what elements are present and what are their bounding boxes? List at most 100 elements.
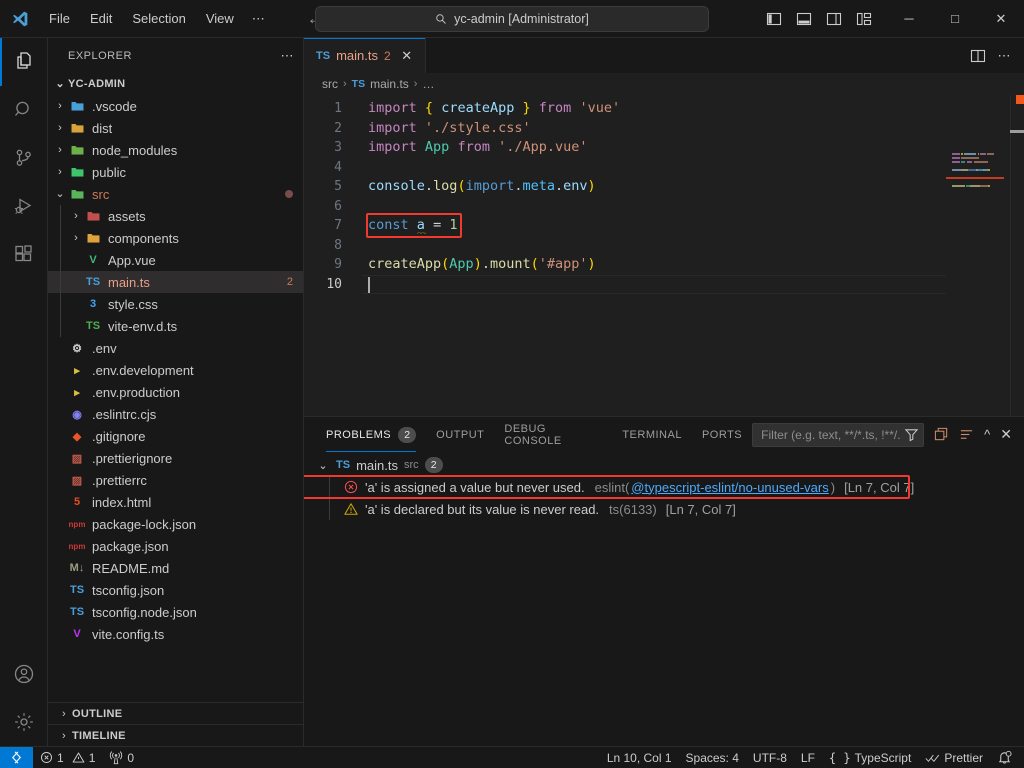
tree-item-components[interactable]: › components (48, 227, 303, 249)
code-line[interactable]: 1 import { createApp } from 'vue' (304, 99, 946, 119)
code-line[interactable]: 9 createApp(App).mount('#app') (304, 255, 946, 275)
remote-host-button[interactable] (0, 746, 33, 768)
tree-item-style-css[interactable]: ›3style.css (48, 293, 303, 315)
view-as-table-icon[interactable] (934, 427, 949, 442)
split-editor-icon[interactable] (970, 48, 986, 64)
chevron-down-icon[interactable]: ⌄ (52, 78, 68, 90)
menu-more[interactable]: ⋯ (245, 7, 273, 31)
code-line[interactable]: 4 (304, 158, 946, 178)
status-ports[interactable]: 0 (102, 747, 141, 768)
chevron-right-icon[interactable]: › (56, 730, 72, 742)
toggle-secondary-sidebar-icon[interactable] (826, 11, 842, 27)
chevron-down-icon[interactable]: ⌄ (316, 459, 330, 472)
problems-list[interactable]: ⌄ TS main.ts src 2 'a' is assigned a val… (304, 452, 1024, 746)
code-text[interactable] (362, 158, 368, 178)
code-text[interactable] (362, 197, 368, 217)
toggle-panel-icon[interactable] (796, 11, 812, 27)
tree-item-tsconfig-node-json[interactable]: ›TStsconfig.node.json (48, 601, 303, 623)
code-line[interactable]: 8 (304, 236, 946, 256)
code-line[interactable]: 2 import './style.css' (304, 119, 946, 139)
tree-item-prettierrc[interactable]: ›▨.prettierrc (48, 469, 303, 491)
menu-file[interactable]: File (40, 7, 79, 31)
activity-explorer[interactable] (0, 38, 48, 86)
chevron-right-icon[interactable]: › (52, 122, 68, 134)
code-editor[interactable]: 1 import { createApp } from 'vue' 2 import … (304, 95, 1024, 416)
tree-item-env-development[interactable]: ›▸.env.development (48, 359, 303, 381)
chevron-right-icon[interactable]: › (56, 708, 72, 720)
sidebar-more-actions-icon[interactable]: ⋯ (281, 48, 296, 64)
status-eol[interactable]: LF (794, 747, 822, 768)
code-line[interactable]: 6 (304, 197, 946, 217)
tree-item-env-production[interactable]: ›▸.env.production (48, 381, 303, 403)
activity-run-and-debug[interactable] (0, 182, 48, 230)
customize-layout-icon[interactable] (856, 11, 872, 27)
status-encoding[interactable]: UTF-8 (746, 747, 794, 768)
code-lines[interactable]: 1 import { createApp } from 'vue' 2 import … (304, 95, 946, 416)
tree-item-package-json[interactable]: ›npmpackage.json (48, 535, 303, 557)
timeline-section[interactable]: › TIMELINE (48, 724, 303, 746)
window-close-button[interactable]: ✕ (978, 0, 1024, 37)
status-indentation[interactable]: Spaces: 4 (679, 747, 746, 768)
file-tree[interactable]: ⌄ YC-ADMIN › .vscode › dist › node_modules › pu… (48, 73, 303, 702)
code-line[interactable]: 3 import App from './App.vue' (304, 138, 946, 158)
tab-terminal[interactable]: TERMINAL (612, 417, 692, 452)
tree-item-eslintrc-cjs[interactable]: ›◉.eslintrc.cjs (48, 403, 303, 425)
tree-root-yc-admin[interactable]: ⌄ YC-ADMIN (48, 73, 303, 95)
tab-problems[interactable]: PROBLEMS 2 (316, 417, 426, 452)
tree-item-index-html[interactable]: ›5index.html (48, 491, 303, 513)
file-tree-items[interactable]: › .vscode › dist › node_modules › public ⌄ src › as… (48, 95, 303, 645)
filter-icon[interactable] (904, 427, 919, 442)
code-text[interactable] (362, 236, 368, 256)
overview-ruler[interactable] (1010, 95, 1024, 416)
tree-item-assets[interactable]: › assets (48, 205, 303, 227)
activity-accounts[interactable] (0, 650, 48, 698)
code-text[interactable]: const a = 1 (362, 216, 457, 236)
tab-debug-console[interactable]: DEBUG CONSOLE (494, 417, 612, 452)
chevron-down-icon[interactable]: ⌄ (52, 188, 68, 200)
menu-bar[interactable]: File Edit Selection View ⋯ (40, 7, 273, 31)
status-prettier[interactable]: Prettier (918, 747, 990, 768)
tab-close-icon[interactable]: ✕ (399, 48, 415, 64)
code-text[interactable]: createApp(App).mount('#app') (362, 255, 596, 275)
tree-item-public[interactable]: › public (48, 161, 303, 183)
problems-filter-input[interactable] (761, 427, 901, 442)
breadcrumb-src[interactable]: src (322, 77, 338, 91)
activity-search[interactable] (0, 86, 48, 134)
problems-filter[interactable] (752, 422, 925, 447)
tree-item-gitignore[interactable]: ›◆.gitignore (48, 425, 303, 447)
status-notifications[interactable] (990, 747, 1024, 768)
outline-section[interactable]: › OUTLINE (48, 702, 303, 724)
problems-file-group[interactable]: ⌄ TS main.ts src 2 (304, 454, 1024, 476)
editor-more-actions-icon[interactable]: ⋯ (998, 48, 1013, 64)
menu-selection[interactable]: Selection (123, 7, 194, 31)
code-text[interactable]: import './style.css' (362, 119, 531, 139)
tab-output[interactable]: OUTPUT (426, 417, 494, 452)
chevron-right-icon[interactable]: › (68, 210, 84, 222)
activity-manage-settings[interactable] (0, 698, 48, 746)
window-minimize-button[interactable]: ─ (886, 0, 932, 37)
window-maximize-button[interactable]: □ (932, 0, 978, 37)
breadcrumb-symbol[interactable]: … (422, 77, 434, 91)
tab-ports[interactable]: PORTS (692, 417, 752, 452)
menu-edit[interactable]: Edit (81, 7, 121, 31)
tree-item-tsconfig-json[interactable]: ›TStsconfig.json (48, 579, 303, 601)
breadcrumb[interactable]: src › TS main.ts › … (304, 73, 1024, 95)
chevron-right-icon[interactable]: › (52, 144, 68, 156)
status-cursor-position[interactable]: Ln 10, Col 1 (600, 747, 679, 768)
tree-item-vite-env-d-ts[interactable]: ›TSvite-env.d.ts (48, 315, 303, 337)
chevron-right-icon[interactable]: › (68, 232, 84, 244)
chevron-right-icon[interactable]: › (52, 100, 68, 112)
code-text[interactable]: import { createApp } from 'vue' (362, 99, 620, 119)
tree-item-app-vue[interactable]: ›VApp.vue (48, 249, 303, 271)
menu-view[interactable]: View (197, 7, 243, 31)
toggle-primary-sidebar-icon[interactable] (766, 11, 782, 27)
breadcrumb-file[interactable]: main.ts (370, 77, 409, 91)
status-errors-warnings[interactable]: 1 1 (33, 747, 102, 768)
tree-item-package-lock-json[interactable]: ›npmpackage-lock.json (48, 513, 303, 535)
activity-source-control[interactable] (0, 134, 48, 182)
code-line[interactable]: 7 const a = 1 (304, 216, 946, 236)
code-text[interactable]: console.log(import.meta.env) (362, 177, 596, 197)
status-language-mode[interactable]: { } TypeScript (822, 747, 918, 768)
code-line[interactable]: 5 console.log(import.meta.env) (304, 177, 946, 197)
tree-item-dist[interactable]: › dist (48, 117, 303, 139)
